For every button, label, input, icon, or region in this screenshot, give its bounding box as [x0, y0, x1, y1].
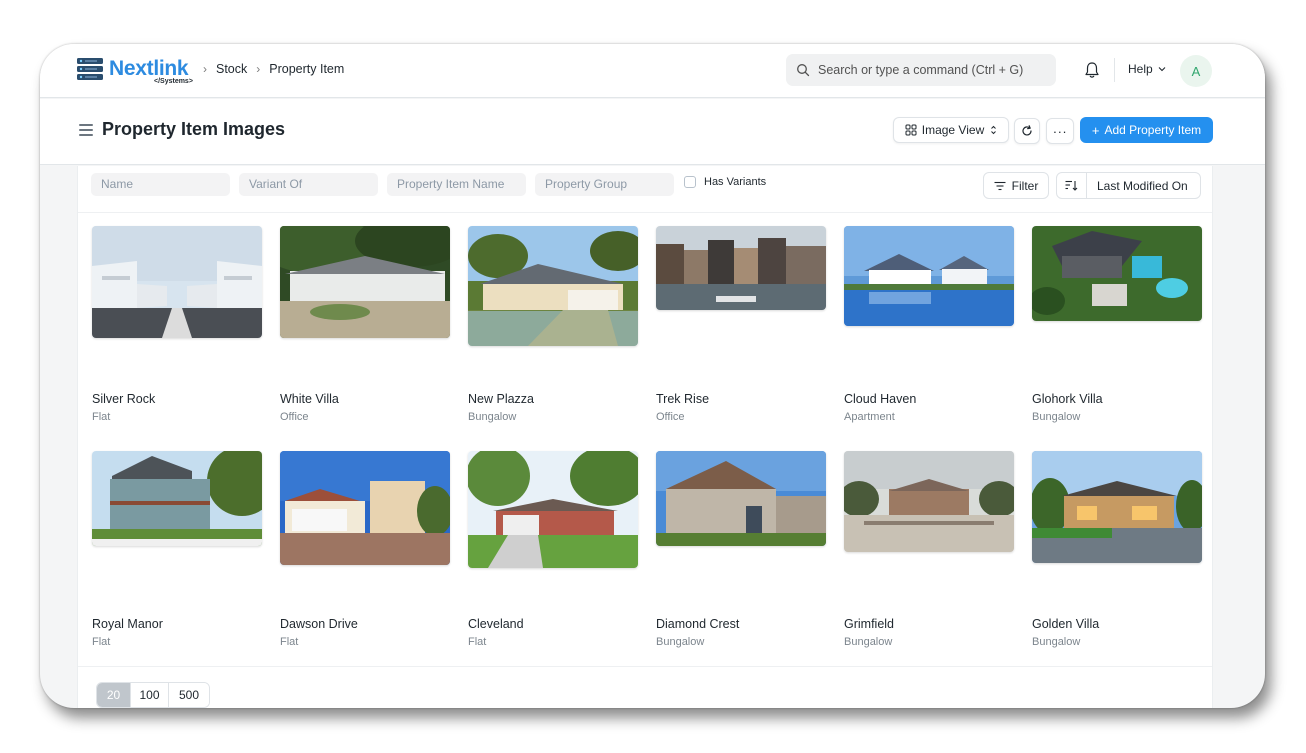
logo[interactable]: Nextlink </Systems> — [76, 55, 200, 89]
select-arrows-icon — [991, 125, 997, 135]
more-options-button[interactable]: ··· — [1046, 118, 1074, 144]
search-icon — [797, 64, 810, 77]
property-image[interactable] — [92, 451, 262, 546]
property-item-name[interactable]: Royal Manor — [92, 617, 163, 631]
breadcrumb: › Stock › Property Item — [203, 62, 353, 76]
property-item-name[interactable]: Glohork Villa — [1032, 392, 1103, 406]
property-item-name[interactable]: Cloud Haven — [844, 392, 916, 406]
page-length-selector: 20 100 500 — [96, 682, 210, 708]
property-image[interactable] — [1032, 226, 1202, 321]
view-switcher-button[interactable]: Image View — [893, 117, 1009, 143]
property-image[interactable] — [468, 226, 638, 346]
property-item-name[interactable]: Diamond Crest — [656, 617, 739, 631]
divider — [1114, 58, 1115, 82]
has-variants-filter[interactable]: Has Variants — [684, 176, 766, 188]
help-dropdown[interactable]: Help — [1128, 62, 1166, 76]
property-item-name[interactable]: Dawson Drive — [280, 617, 358, 631]
page-length-100[interactable]: 100 — [131, 683, 169, 707]
filter-bar: Name Variant Of Property Item Name Prope… — [78, 166, 1212, 213]
filter-button[interactable]: Filter — [983, 172, 1049, 199]
property-item-group: Bungalow — [656, 636, 705, 648]
property-item-name[interactable]: Silver Rock — [92, 392, 155, 406]
property-item-group: Bungalow — [844, 636, 893, 648]
property-item-group: Office — [656, 411, 685, 423]
filter-icon — [994, 181, 1006, 190]
property-item-name[interactable]: New Plazza — [468, 392, 534, 406]
chevron-down-icon — [1158, 67, 1166, 72]
search-placeholder: Search or type a command (Ctrl + G) — [818, 63, 1024, 77]
logo-subtext: </Systems> — [154, 78, 193, 85]
property-item-group: Flat — [280, 636, 299, 648]
search-bar[interactable]: Search or type a command (Ctrl + G) — [786, 54, 1056, 86]
sort-label: Last Modified On — [1097, 178, 1188, 193]
page-header: Property Item Images Image View ··· + Ad… — [40, 99, 1265, 165]
property-image[interactable] — [280, 226, 450, 338]
property-image[interactable] — [280, 451, 450, 565]
property-image[interactable] — [656, 451, 826, 546]
sort-order-button[interactable] — [1057, 173, 1087, 198]
add-property-item-button[interactable]: + Add Property Item — [1080, 117, 1213, 143]
property-item-group: Bungalow — [468, 411, 517, 423]
property-image[interactable] — [656, 226, 826, 310]
help-label: Help — [1128, 62, 1153, 76]
property-item-group: Flat — [468, 636, 487, 648]
navbar: Nextlink </Systems> › Stock › Property I… — [40, 44, 1265, 98]
name-filter[interactable]: Name — [91, 173, 230, 196]
refresh-icon — [1022, 125, 1032, 136]
property-item-group: Flat — [92, 411, 111, 423]
refresh-button[interactable] — [1014, 118, 1040, 144]
has-variants-label: Has Variants — [704, 176, 767, 188]
property-image[interactable] — [92, 226, 262, 338]
property-item-group: Office — [280, 411, 309, 423]
more-icon: ··· — [1052, 123, 1068, 139]
chevron-right-icon: › — [203, 62, 207, 76]
property-item-name[interactable]: Cleveland — [468, 617, 524, 631]
property-item-name[interactable]: Trek Rise — [656, 392, 709, 406]
property-item-group: Bungalow — [1032, 411, 1081, 423]
property-image[interactable] — [844, 226, 1014, 326]
page-length-500[interactable]: 500 — [169, 683, 209, 707]
server-icon — [77, 58, 103, 80]
sort-icon — [1065, 180, 1078, 191]
sidebar-toggle-icon[interactable] — [79, 124, 93, 136]
property-group-filter[interactable]: Property Group — [535, 173, 674, 196]
bell-icon[interactable] — [1084, 61, 1100, 79]
image-view-card: Name Variant Of Property Item Name Prope… — [77, 166, 1213, 708]
app-window: Nextlink </Systems> › Stock › Property I… — [40, 44, 1265, 708]
avatar[interactable]: A — [1180, 55, 1212, 87]
property-item-name[interactable]: Golden Villa — [1032, 617, 1099, 631]
page-length-20[interactable]: 20 — [97, 683, 131, 707]
page-title: Property Item Images — [102, 119, 286, 139]
property-item-name[interactable]: White Villa — [280, 392, 339, 406]
chevron-right-icon: › — [256, 62, 261, 76]
divider — [78, 666, 1212, 667]
breadcrumb-stock[interactable]: Stock — [216, 62, 247, 76]
property-item-group: Bungalow — [1032, 636, 1081, 648]
sort-selector[interactable]: Last Modified On — [1056, 172, 1201, 199]
breadcrumb-property-item[interactable]: Property Item — [269, 62, 344, 76]
property-item-group: Flat — [92, 636, 111, 648]
property-image[interactable] — [468, 451, 638, 568]
property-item-group: Apartment — [844, 411, 895, 423]
filter-label: Filter — [1011, 178, 1039, 193]
property-image[interactable] — [844, 451, 1014, 552]
property-image[interactable] — [1032, 451, 1202, 563]
image-grid-icon — [905, 124, 917, 136]
has-variants-checkbox[interactable] — [684, 176, 696, 188]
view-label: Image View — [921, 123, 985, 137]
add-button-label: Add Property Item — [1104, 123, 1202, 137]
variant-of-filter[interactable]: Variant Of — [239, 173, 378, 196]
property-item-name-filter[interactable]: Property Item Name — [387, 173, 526, 196]
property-item-name[interactable]: Grimfield — [844, 617, 894, 631]
plus-icon: + — [1091, 122, 1100, 138]
